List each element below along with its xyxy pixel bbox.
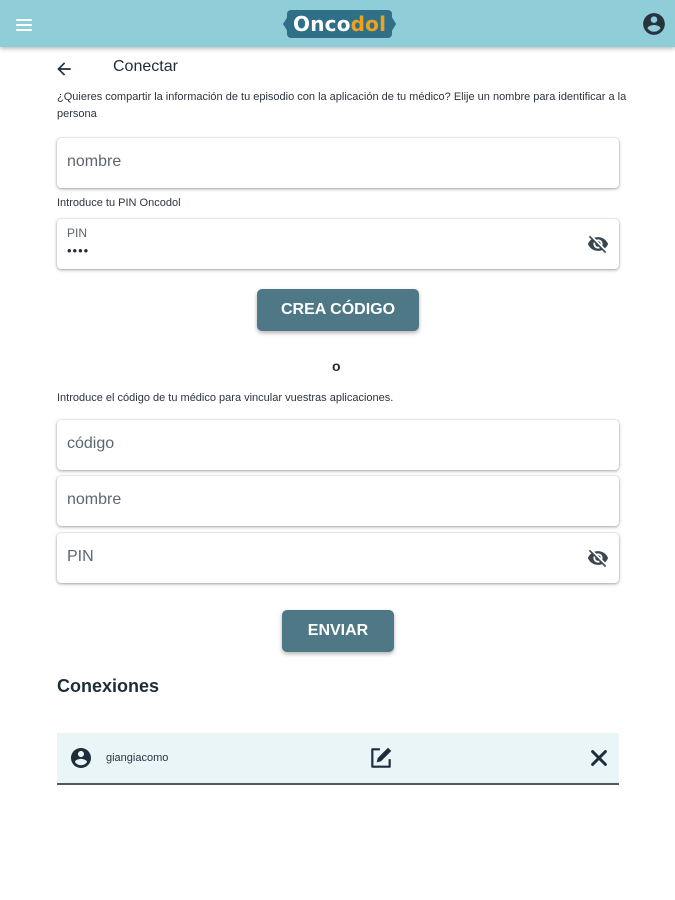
link-intro-text: Introduce el código de tu médico para vi… (57, 392, 394, 404)
connection-name: giangiacomo (106, 752, 169, 764)
account-icon[interactable] (641, 11, 667, 37)
share-intro-text: ¿Quieres compartir la información de tu … (57, 91, 627, 120)
account-circle-icon (71, 748, 91, 768)
visibility-off-icon[interactable] (587, 547, 609, 569)
link-name-placeholder: nombre (67, 491, 122, 508)
oncodol-logo: Oncodol (287, 10, 393, 38)
pin-intro-text: Introduce tu PIN Oncodol (57, 197, 181, 209)
link-pin-placeholder: PIN (67, 548, 94, 565)
share-pin-input[interactable]: PIN •••• (57, 219, 619, 269)
connections-title: Conexiones (57, 676, 160, 696)
menu-icon[interactable] (14, 14, 36, 34)
code-placeholder: código (67, 435, 115, 452)
link-pin-input[interactable]: PIN (57, 533, 619, 583)
back-arrow-icon[interactable] (54, 59, 74, 79)
create-code-button[interactable]: CREA CÓDIGO (257, 289, 419, 331)
close-icon[interactable] (588, 747, 610, 769)
send-button[interactable]: ENVIAR (282, 610, 394, 652)
app-bar: Oncodol (0, 0, 675, 47)
pin-float-label: PIN (67, 226, 88, 240)
share-name-placeholder: nombre (67, 153, 122, 170)
share-name-input[interactable]: nombre (57, 138, 619, 188)
code-input[interactable]: código (57, 420, 619, 470)
page-title: Conectar (113, 58, 178, 75)
pin-masked-value: •••• (67, 243, 90, 258)
connection-row: giangiacomo (57, 733, 619, 785)
visibility-off-icon[interactable] (587, 233, 609, 255)
or-separator: o (332, 358, 341, 374)
edit-icon[interactable] (368, 745, 394, 771)
link-name-input[interactable]: nombre (57, 476, 619, 526)
